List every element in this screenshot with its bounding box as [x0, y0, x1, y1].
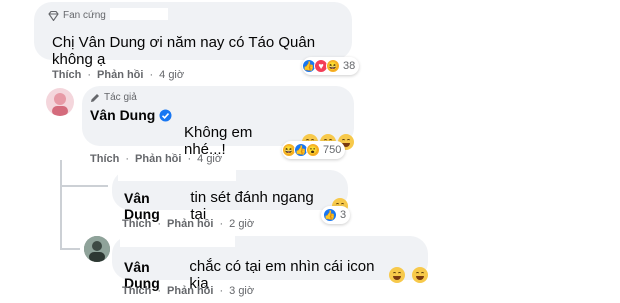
- timestamp[interactable]: 4 giờ: [197, 153, 222, 165]
- laughing-emoji-icon: [387, 266, 405, 284]
- like-link[interactable]: Thích: [122, 218, 151, 230]
- fan-badge: Fan cứng: [48, 10, 106, 21]
- reaction-count: 750: [323, 144, 342, 156]
- reaction-count: 38: [343, 60, 356, 72]
- comment-bubble: Tác giả Vân Dung Không em nhé...!: [82, 86, 354, 158]
- timestamp[interactable]: 4 giờ: [159, 69, 184, 81]
- commenter-name[interactable]: Vân Dung: [90, 107, 155, 123]
- redacted-name: [118, 170, 236, 181]
- reaction-summary[interactable]: 👍 3: [321, 206, 351, 224]
- reply-link[interactable]: Phản hồi: [167, 285, 213, 297]
- badge-label: Fan cứng: [63, 10, 106, 21]
- comment-actions: Thích · Phản hồi · 2 giờ: [122, 218, 255, 230]
- timestamp[interactable]: 3 giờ: [229, 285, 254, 297]
- thread-branch: [60, 248, 80, 250]
- comment-actions: Thích · Phản hồi · 4 giờ: [90, 153, 223, 165]
- laughing-emoji-icon: [410, 266, 428, 284]
- comment-actions: Thích · Phản hồi · 3 giờ: [122, 285, 255, 297]
- comment-bubble: Vân Dung tin sét đánh ngang tai: [112, 170, 348, 223]
- thread-branch: [60, 185, 108, 187]
- wow-reaction-icon: 😮: [306, 143, 320, 157]
- like-link[interactable]: Thích: [122, 285, 151, 297]
- timestamp[interactable]: 2 giờ: [229, 218, 254, 230]
- reaction-summary[interactable]: 😆 👍 😮 750: [282, 141, 346, 159]
- verified-icon: [159, 109, 172, 121]
- diamond-icon: [48, 10, 59, 21]
- reply-link[interactable]: Phản hồi: [135, 153, 181, 165]
- pencil-icon: [91, 93, 99, 102]
- like-reaction-icon: 👍: [323, 208, 337, 222]
- user-avatar[interactable]: [84, 236, 110, 262]
- author-avatar[interactable]: [46, 88, 74, 116]
- comment-actions: Thích · Phản hồi · 4 giờ: [52, 69, 185, 81]
- badge-label: Tác giả: [104, 92, 137, 103]
- redacted-name: [120, 236, 235, 247]
- redacted-name: [110, 8, 168, 20]
- comment-bubble: Fan cứng Chị Vân Dung ơi năm nay có Táo …: [34, 2, 352, 68]
- reaction-summary[interactable]: 👍 ♥ 😆 38: [302, 57, 360, 75]
- thread-line: [60, 160, 62, 250]
- haha-reaction-icon: 😆: [326, 59, 340, 73]
- reaction-count: 3: [340, 209, 347, 221]
- reply-link[interactable]: Phản hồi: [97, 69, 143, 81]
- author-badge: Tác giả: [90, 92, 137, 103]
- comment-bubble: Vân Dung chắc có tại em nhìn cái icon ki…: [112, 236, 428, 292]
- reply-link[interactable]: Phản hồi: [167, 218, 213, 230]
- like-link[interactable]: Thích: [90, 153, 119, 165]
- like-link[interactable]: Thích: [52, 69, 81, 81]
